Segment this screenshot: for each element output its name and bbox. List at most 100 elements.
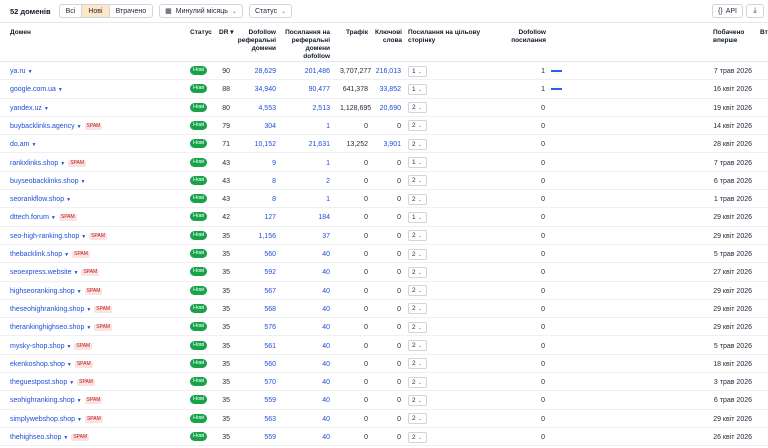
chevron-down-icon[interactable]: ▼	[44, 106, 49, 112]
domain-link[interactable]: simplywebshop.shop ▼ SPAM	[10, 415, 103, 425]
links-select[interactable]: 2 ⌄	[408, 120, 427, 132]
ref-domains-link[interactable]: 201,486	[288, 67, 330, 76]
ref-domains-link[interactable]: 40	[288, 268, 330, 277]
links-select[interactable]: 1 ⌄	[408, 65, 427, 77]
ref-domains-link[interactable]: 40	[288, 360, 330, 369]
col-ref-domains[interactable]: Посилання на реферальні домени dofollow	[284, 29, 330, 61]
ref-domains-link[interactable]: 1	[288, 195, 330, 204]
dofollow-ref-link[interactable]: 8	[238, 177, 276, 186]
col-traffic[interactable]: Трафік	[340, 29, 368, 37]
links-select[interactable]: 2 ⌄	[408, 376, 427, 388]
dofollow-ref-link[interactable]: 304	[238, 122, 276, 131]
domain-link[interactable]: google.com.ua ▼	[10, 85, 63, 95]
dofollow-ref-link[interactable]: 561	[238, 342, 276, 351]
chevron-down-icon[interactable]: ▼	[77, 417, 82, 423]
chevron-down-icon[interactable]: ▼	[81, 234, 86, 240]
chevron-down-icon[interactable]: ▼	[51, 215, 56, 221]
col-truncated[interactable]: Вт	[760, 29, 768, 37]
keywords-value[interactable]: 3,901	[374, 140, 401, 149]
links-select[interactable]: 2 ⌄	[408, 394, 427, 406]
links-select[interactable]: 2 ⌄	[408, 431, 427, 443]
links-select[interactable]: 2 ⌄	[408, 138, 427, 150]
ref-domains-link[interactable]: 40	[288, 433, 330, 442]
chevron-down-icon[interactable]: ▼	[77, 289, 82, 295]
ref-domains-link[interactable]: 40	[288, 415, 330, 424]
ref-domains-link[interactable]: 40	[288, 305, 330, 314]
chevron-down-icon[interactable]: ▼	[64, 252, 69, 258]
dofollow-ref-link[interactable]: 1,156	[238, 232, 276, 241]
ref-domains-link[interactable]: 40	[288, 378, 330, 387]
links-select[interactable]: 2 ⌄	[408, 266, 427, 278]
domain-link[interactable]: seo-high-ranking.shop ▼ SPAM	[10, 232, 108, 242]
tab-all[interactable]: Всі	[60, 5, 83, 17]
chevron-down-icon[interactable]: ▼	[86, 325, 91, 331]
chevron-down-icon[interactable]: ▼	[77, 398, 82, 404]
dofollow-ref-link[interactable]: 127	[238, 213, 276, 222]
dofollow-ref-link[interactable]: 560	[238, 250, 276, 259]
col-status[interactable]: Статус	[190, 29, 212, 37]
period-dropdown[interactable]: ▦ Минулий місяць ⌄	[159, 4, 243, 18]
ref-domains-link[interactable]: 40	[288, 250, 330, 259]
ref-domains-link[interactable]: 2,513	[288, 104, 330, 113]
links-select[interactable]: 2 ⌄	[408, 358, 427, 370]
ref-domains-link[interactable]: 21,631	[288, 140, 330, 149]
domain-link[interactable]: therankinghighseo.shop ▼ SPAM	[10, 323, 113, 333]
domain-link[interactable]: seohighranking.shop ▼ SPAM	[10, 396, 103, 406]
chevron-down-icon[interactable]: ▼	[69, 380, 74, 386]
ref-domains-link[interactable]: 1	[288, 122, 330, 131]
links-select[interactable]: 2 ⌄	[408, 248, 427, 260]
links-select[interactable]: 2 ⌄	[408, 102, 427, 114]
dofollow-ref-link[interactable]: 560	[238, 360, 276, 369]
links-select[interactable]: 1 ⌄	[408, 211, 427, 223]
dofollow-ref-link[interactable]: 559	[238, 396, 276, 405]
links-select[interactable]: 2 ⌄	[408, 303, 427, 315]
col-links-to-target[interactable]: Посилання на цільову сторінку	[408, 29, 508, 45]
col-first-seen[interactable]: Побачено вперше	[713, 29, 749, 45]
domain-link[interactable]: yandex.uz ▼	[10, 104, 49, 114]
links-select[interactable]: 2 ⌄	[408, 175, 427, 187]
keywords-value[interactable]: 216,013	[374, 67, 401, 76]
ref-domains-link[interactable]: 40	[288, 396, 330, 405]
dofollow-ref-link[interactable]: 10,152	[238, 140, 276, 149]
ref-domains-link[interactable]: 2	[288, 177, 330, 186]
domain-link[interactable]: mysky-shop.shop ▼ SPAM	[10, 342, 93, 352]
chevron-down-icon[interactable]: ▼	[86, 307, 91, 313]
chevron-down-icon[interactable]: ▼	[58, 87, 63, 93]
links-select[interactable]: 2 ⌄	[408, 340, 427, 351]
dofollow-ref-link[interactable]: 568	[238, 305, 276, 314]
chevron-down-icon[interactable]: ▼	[81, 179, 86, 185]
col-dofollow-links[interactable]: Dofollow посилання	[506, 29, 546, 45]
keywords-value[interactable]: 20,690	[374, 104, 401, 113]
domain-link[interactable]: thebacklink.shop ▼ SPAM	[10, 250, 90, 260]
chevron-down-icon[interactable]: ▼	[63, 435, 68, 441]
links-select[interactable]: 1 ⌄	[408, 157, 427, 168]
domain-link[interactable]: theseohighranking.shop ▼ SPAM	[10, 305, 113, 315]
dofollow-ref-link[interactable]: 592	[238, 268, 276, 277]
chevron-down-icon[interactable]: ▼	[67, 362, 72, 368]
domain-link[interactable]: do.am ▼	[10, 140, 36, 150]
keywords-value[interactable]: 33,852	[374, 85, 401, 94]
col-domain[interactable]: Домен	[10, 29, 31, 37]
chevron-down-icon[interactable]: ▼	[60, 161, 65, 167]
ref-domains-link[interactable]: 40	[288, 342, 330, 351]
links-select[interactable]: 2 ⌄	[408, 413, 427, 425]
domain-link[interactable]: ya.ru ▼	[10, 67, 33, 77]
dofollow-ref-link[interactable]: 9	[238, 159, 276, 168]
domain-link[interactable]: buyseobacklinks.shop ▼	[10, 177, 85, 187]
dofollow-ref-link[interactable]: 28,629	[238, 67, 276, 76]
col-dofollow-ref[interactable]: Dofollow реферальні домени	[236, 29, 276, 53]
tab-new[interactable]: Нові	[82, 5, 110, 17]
domain-link[interactable]: dttech.forum ▼ SPAM	[10, 213, 77, 223]
domain-link[interactable]: thehighseo.shop ▼ SPAM	[10, 433, 90, 443]
links-select[interactable]: 2 ⌄	[408, 321, 427, 333]
col-keywords[interactable]: Ключові слова	[372, 29, 402, 45]
tab-lost[interactable]: Втрачено	[110, 5, 153, 17]
dofollow-ref-link[interactable]: 34,940	[238, 85, 276, 94]
api-button[interactable]: {} API	[712, 4, 743, 18]
chevron-down-icon[interactable]: ▼	[66, 344, 71, 350]
dofollow-ref-link[interactable]: 559	[238, 433, 276, 442]
dofollow-ref-link[interactable]: 8	[238, 195, 276, 204]
ref-domains-link[interactable]: 40	[288, 287, 330, 296]
chevron-down-icon[interactable]: ▼	[66, 197, 71, 203]
domain-link[interactable]: highseoranking.shop ▼ SPAM	[10, 287, 103, 297]
